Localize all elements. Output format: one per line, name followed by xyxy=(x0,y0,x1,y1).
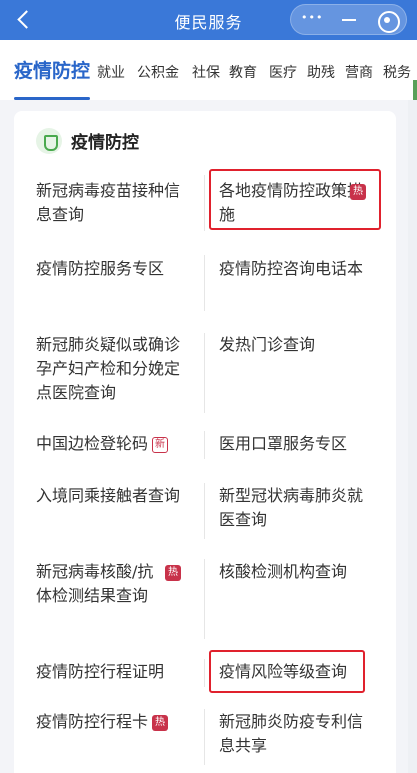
background-strip xyxy=(408,100,417,773)
tab-medical[interactable]: 医疗 xyxy=(269,62,297,82)
tab-education[interactable]: 教育 xyxy=(229,62,257,82)
column-divider xyxy=(204,659,205,687)
tab-housing-fund[interactable]: 公积金 xyxy=(137,62,179,82)
epidemic-services-card: 疫情防控 新冠病毒疫苗接种信息查询 各地疫情防控政策措施 热 疫情防控服务专区 … xyxy=(14,111,396,773)
hot-badge: 热 xyxy=(165,565,181,581)
service-item[interactable]: 发热门诊查询 xyxy=(219,333,369,357)
card-title: 疫情防控 xyxy=(71,133,139,153)
service-item-hot[interactable]: 新冠病毒核酸/抗体检测结果查询 xyxy=(36,560,156,608)
column-divider xyxy=(204,483,205,539)
service-item[interactable]: 新冠肺炎疑似或确诊孕产妇产检和分娩定点医院查询 xyxy=(36,333,186,405)
service-item[interactable]: 新冠病毒疫苗接种信息查询 xyxy=(36,179,186,227)
tab-epidemic[interactable]: 疫情防控 xyxy=(14,56,90,83)
tab-social-security[interactable]: 社保 xyxy=(192,62,220,82)
column-divider xyxy=(204,333,205,413)
mini-program-capsule xyxy=(290,4,407,35)
service-item-hot[interactable]: 疫情防控行程卡热 xyxy=(36,710,206,734)
service-item[interactable]: 核酸检测机构查询 xyxy=(219,560,379,584)
shield-icon xyxy=(36,128,62,154)
highlight-box xyxy=(209,169,381,230)
service-item[interactable]: 疫情防控服务专区 xyxy=(36,257,196,281)
tab-tax[interactable]: 税务 xyxy=(383,62,411,82)
column-divider xyxy=(204,431,205,459)
tab-employment[interactable]: 就业 xyxy=(97,62,125,82)
service-item[interactable]: 疫情防控咨询电话本 xyxy=(219,257,369,281)
hot-badge: 热 xyxy=(152,715,169,731)
minimize-icon[interactable] xyxy=(330,5,369,36)
active-tab-indicator xyxy=(14,97,90,100)
service-item[interactable]: 新冠肺炎防疫专利信息共享 xyxy=(219,710,369,758)
service-item-new[interactable]: 中国边检登轮码新 xyxy=(36,432,206,456)
edge-divider xyxy=(413,80,417,100)
column-divider xyxy=(204,175,205,231)
tab-business[interactable]: 营商 xyxy=(345,62,373,82)
service-item[interactable]: 医用口罩服务专区 xyxy=(219,432,379,456)
column-divider xyxy=(204,709,205,765)
highlight-box xyxy=(209,650,365,693)
column-divider xyxy=(204,559,205,639)
service-item[interactable]: 入境同乘接触者查询 xyxy=(36,484,186,508)
service-item[interactable]: 新型冠状病毒肺炎就医查询 xyxy=(219,484,369,532)
tab-disability[interactable]: 助残 xyxy=(307,62,335,82)
new-badge: 新 xyxy=(152,437,169,453)
column-divider xyxy=(204,255,205,311)
service-item[interactable]: 疫情防控行程证明 xyxy=(36,660,206,684)
close-target-icon[interactable] xyxy=(369,5,408,36)
more-dots-icon[interactable] xyxy=(291,5,330,36)
category-tabs: 疫情防控 就业 公积金 社保 教育 医疗 助残 营商 税务 xyxy=(0,40,417,100)
top-bar: 便民服务 xyxy=(0,0,417,40)
